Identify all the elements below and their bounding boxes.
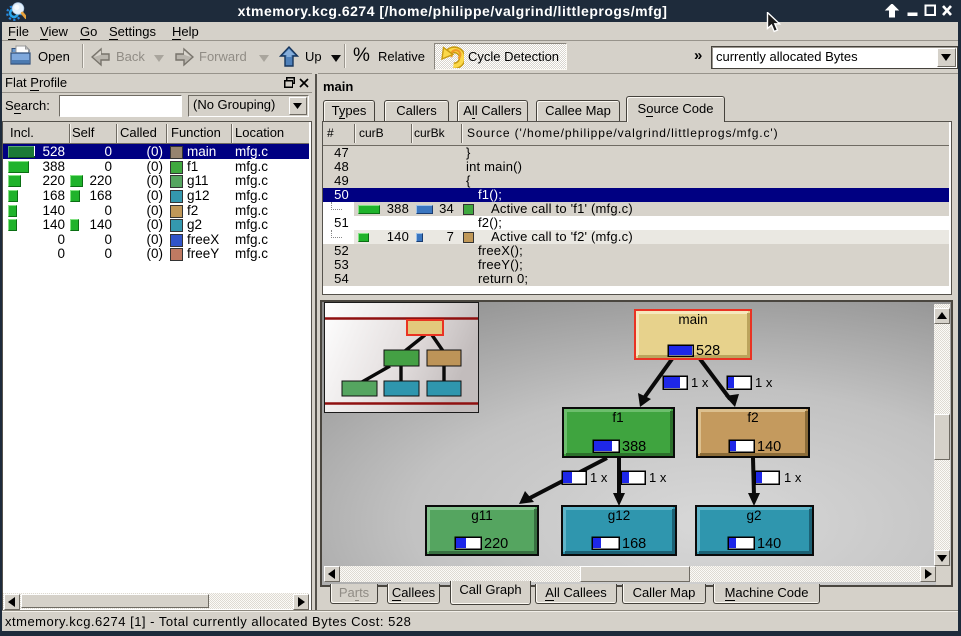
- svg-text:1 x: 1 x: [784, 470, 802, 485]
- svg-text:388: 388: [622, 439, 646, 455]
- svg-text:220: 220: [484, 536, 508, 552]
- svg-text:g2: g2: [746, 508, 761, 523]
- svg-text:168: 168: [622, 536, 646, 552]
- svg-text:528: 528: [696, 343, 720, 359]
- svg-text:main: main: [678, 312, 707, 327]
- svg-text:1 x: 1 x: [691, 375, 709, 390]
- svg-text:1 x: 1 x: [590, 470, 608, 485]
- svg-text:f1: f1: [612, 410, 623, 425]
- svg-text:g11: g11: [471, 508, 493, 523]
- svg-text:f2: f2: [747, 410, 758, 425]
- svg-text:g12: g12: [608, 508, 631, 523]
- svg-text:140: 140: [757, 536, 781, 552]
- svg-text:1 x: 1 x: [755, 375, 773, 390]
- svg-text:1 x: 1 x: [649, 470, 667, 485]
- svg-text:140: 140: [757, 439, 781, 455]
